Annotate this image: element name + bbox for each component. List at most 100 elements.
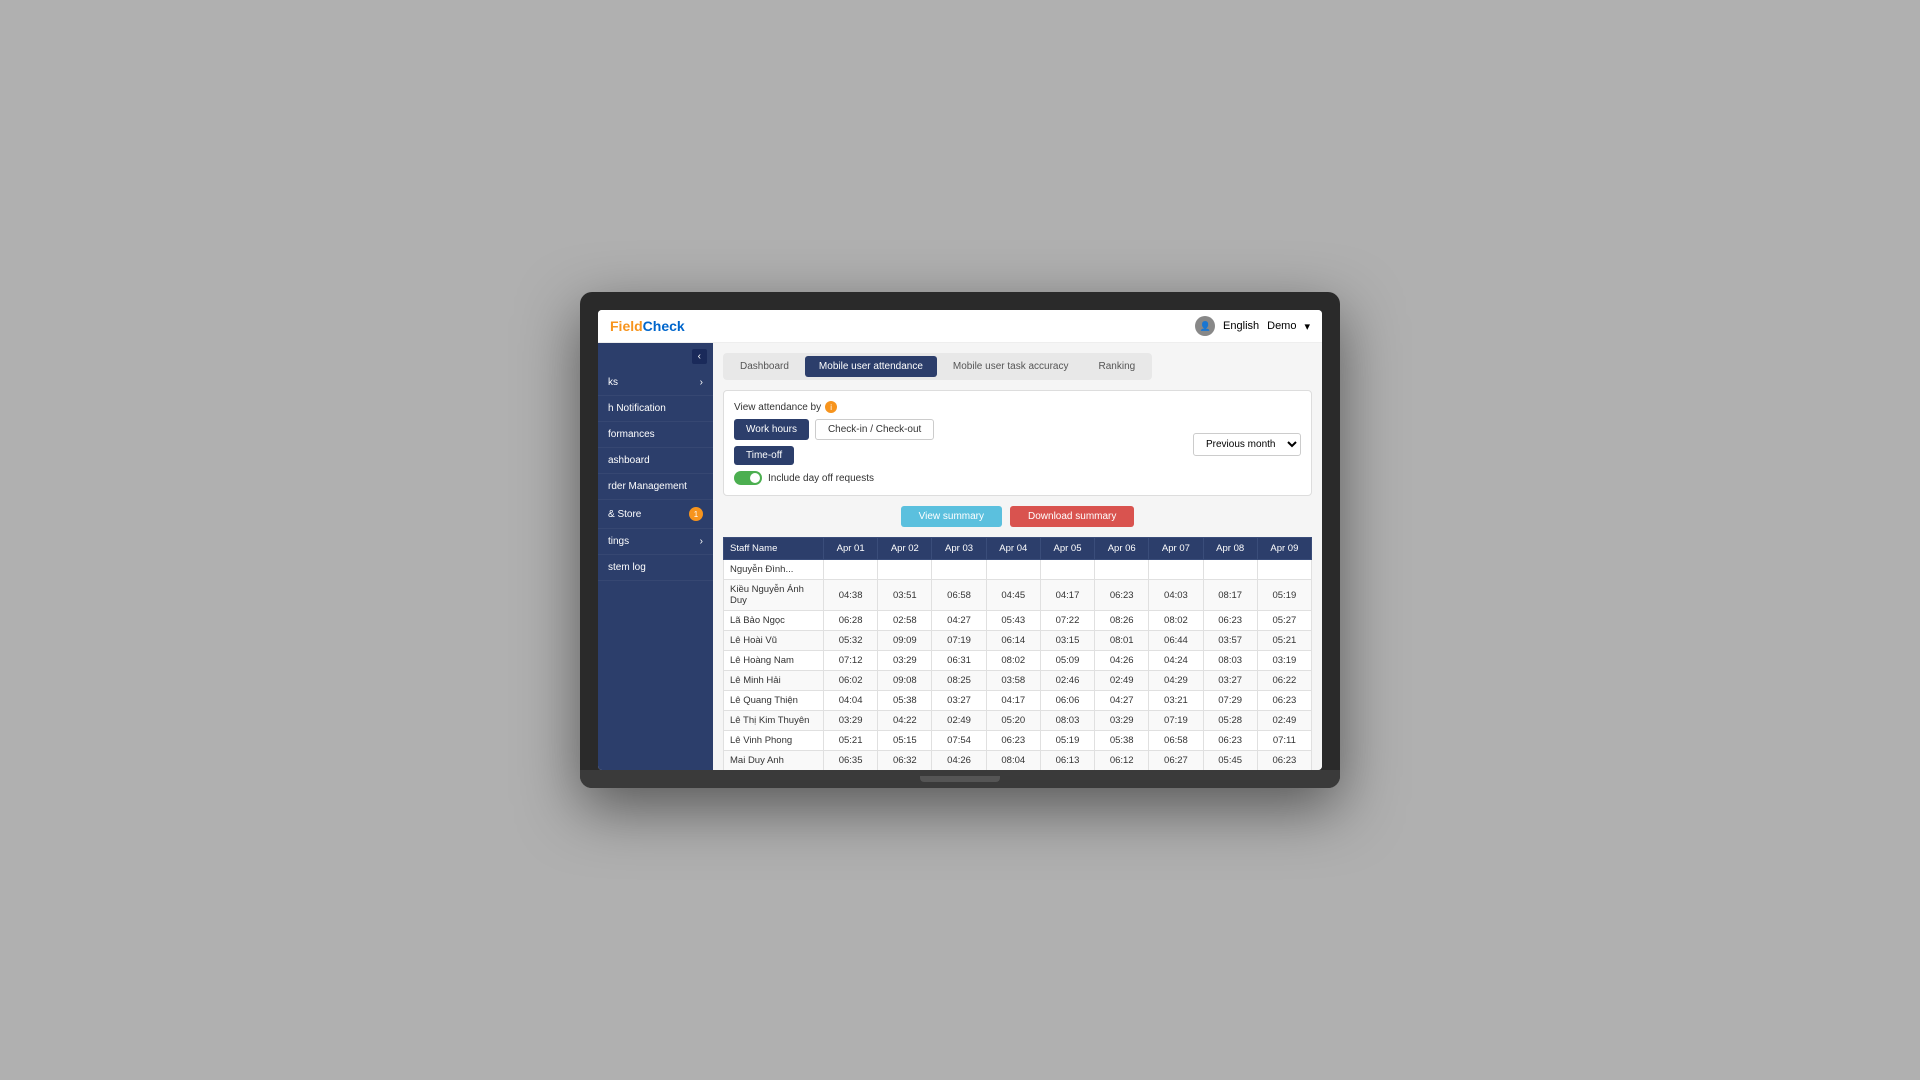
cell-value xyxy=(1149,560,1203,580)
sidebar-item-system-log[interactable]: stem log xyxy=(598,555,713,581)
sidebar-arrow-settings: › xyxy=(700,536,703,547)
cell-value: 03:19 xyxy=(1257,651,1311,671)
cell-staff-name: Nguyễn Đình... xyxy=(724,560,824,580)
nav-tabs: Dashboard Mobile user attendance Mobile … xyxy=(723,353,1152,380)
cell-value: 04:24 xyxy=(1149,651,1203,671)
tab-task-accuracy[interactable]: Mobile user task accuracy xyxy=(939,356,1083,377)
col-apr09: Apr 09 xyxy=(1257,538,1311,560)
logo: FieldCheck xyxy=(610,318,685,334)
cell-value: 03:21 xyxy=(1149,691,1203,711)
language-selector[interactable]: English xyxy=(1223,320,1259,332)
cell-value: 05:38 xyxy=(1095,731,1149,751)
topbar-right: 👤 English Demo ▾ xyxy=(1195,316,1310,336)
cell-value: 05:28 xyxy=(1203,711,1257,731)
cell-value: 03:29 xyxy=(824,711,878,731)
sidebar-label-ks: ks xyxy=(608,377,618,388)
cell-value: 08:01 xyxy=(1095,631,1149,651)
cell-value: 09:08 xyxy=(878,671,932,691)
day-off-toggle[interactable] xyxy=(734,471,762,485)
sidebar-label-performances: formances xyxy=(608,429,655,440)
cell-value: 06:23 xyxy=(1257,691,1311,711)
cell-value: 06:23 xyxy=(1203,611,1257,631)
table-row: Kiều Nguyễn Ánh Duy04:3803:5106:5804:450… xyxy=(724,580,1312,611)
day-off-toggle-row: Include day off requests xyxy=(734,471,1301,485)
cell-staff-name: Kiều Nguyễn Ánh Duy xyxy=(724,580,824,611)
cell-value: 04:27 xyxy=(1095,691,1149,711)
sidebar: ‹ ks › h Notification formances ashboard xyxy=(598,343,713,770)
cell-value: 06:12 xyxy=(1095,751,1149,771)
col-apr06: Apr 06 xyxy=(1095,538,1149,560)
period-dropdown[interactable]: Previous month This month Custom range xyxy=(1193,433,1301,456)
view-attendance-text: View attendance by xyxy=(734,402,821,413)
cell-value: 07:19 xyxy=(932,631,986,651)
cell-value: 06:23 xyxy=(986,731,1040,751)
cell-value: 06:31 xyxy=(932,651,986,671)
cell-value: 05:19 xyxy=(1040,731,1094,751)
cell-staff-name: Lê Hoàng Nam xyxy=(724,651,824,671)
cell-value: 06:58 xyxy=(1149,731,1203,751)
col-staff-name: Staff Name xyxy=(724,538,824,560)
user-menu-chevron[interactable]: ▾ xyxy=(1304,320,1310,333)
tab-ranking[interactable]: Ranking xyxy=(1085,356,1150,377)
tab-dashboard[interactable]: Dashboard xyxy=(726,356,803,377)
sidebar-arrow-ks: › xyxy=(700,377,703,388)
cell-value: 06:13 xyxy=(1040,751,1094,771)
sidebar-item-performances[interactable]: formances xyxy=(598,422,713,448)
logo-check: Check xyxy=(643,318,685,334)
sidebar-item-notification[interactable]: h Notification xyxy=(598,396,713,422)
cell-staff-name: Lê Quang Thiện xyxy=(724,691,824,711)
tab-mobile-attendance[interactable]: Mobile user attendance xyxy=(805,356,937,377)
cell-value: 05:09 xyxy=(1040,651,1094,671)
cell-value: 05:21 xyxy=(1257,631,1311,651)
cell-value: 06:23 xyxy=(1203,731,1257,751)
view-attendance-label: View attendance by i xyxy=(734,401,1301,413)
cell-value: 06:23 xyxy=(1095,580,1149,611)
sidebar-toggle-area: ‹ xyxy=(598,343,713,370)
col-apr08: Apr 08 xyxy=(1203,538,1257,560)
sidebar-item-settings[interactable]: tings › xyxy=(598,529,713,555)
cell-value: 03:51 xyxy=(878,580,932,611)
table-row: Lê Hoài Vũ05:3209:0907:1906:1403:1508:01… xyxy=(724,631,1312,651)
topbar: FieldCheck 👤 English Demo ▾ xyxy=(598,310,1322,343)
cell-value: 07:11 xyxy=(1257,731,1311,751)
main-content: Dashboard Mobile user attendance Mobile … xyxy=(713,343,1322,770)
btn-time-off[interactable]: Time-off xyxy=(734,446,794,465)
cell-staff-name: Lê Hoài Vũ xyxy=(724,631,824,651)
sidebar-item-order-management[interactable]: rder Management xyxy=(598,474,713,500)
cell-value: 08:26 xyxy=(1095,611,1149,631)
info-icon: i xyxy=(825,401,837,413)
user-avatar[interactable]: 👤 xyxy=(1195,316,1215,336)
cell-value: 03:58 xyxy=(986,671,1040,691)
sidebar-item-store[interactable]: & Store 1 xyxy=(598,500,713,529)
cell-value: 05:21 xyxy=(824,731,878,751)
table-row: Lê Vinh Phong05:2105:1507:5406:2305:1905… xyxy=(724,731,1312,751)
cell-value: 06:22 xyxy=(1257,671,1311,691)
download-summary-button[interactable]: Download summary xyxy=(1010,506,1134,527)
user-name[interactable]: Demo xyxy=(1267,320,1296,332)
sidebar-item-ks[interactable]: ks › xyxy=(598,370,713,396)
cell-value xyxy=(932,560,986,580)
cell-value: 03:27 xyxy=(1203,671,1257,691)
cell-value: 06:06 xyxy=(1040,691,1094,711)
cell-value: 04:17 xyxy=(986,691,1040,711)
sidebar-label-dashboard: ashboard xyxy=(608,455,650,466)
cell-value: 08:25 xyxy=(932,671,986,691)
cell-value: 04:26 xyxy=(1095,651,1149,671)
cell-value: 04:29 xyxy=(1149,671,1203,691)
cell-value: 07:22 xyxy=(1040,611,1094,631)
cell-value xyxy=(824,560,878,580)
table-row: Nguyễn Đình... xyxy=(724,560,1312,580)
cell-value: 08:17 xyxy=(1203,580,1257,611)
sidebar-collapse-button[interactable]: ‹ xyxy=(692,349,707,364)
cell-value: 06:23 xyxy=(1257,751,1311,771)
btn-check-in-out[interactable]: Check-in / Check-out xyxy=(815,419,934,440)
table-row: Lê Thị Kim Thuyên03:2904:2202:4905:2008:… xyxy=(724,711,1312,731)
view-summary-button[interactable]: View summary xyxy=(901,506,1002,527)
cell-value: 05:43 xyxy=(986,611,1040,631)
period-selector: Previous month This month Custom range xyxy=(1193,433,1301,456)
cell-value: 05:20 xyxy=(986,711,1040,731)
action-buttons: View summary Download summary xyxy=(723,506,1312,527)
sidebar-item-dashboard[interactable]: ashboard xyxy=(598,448,713,474)
cell-value: 05:15 xyxy=(878,731,932,751)
btn-work-hours[interactable]: Work hours xyxy=(734,419,809,440)
